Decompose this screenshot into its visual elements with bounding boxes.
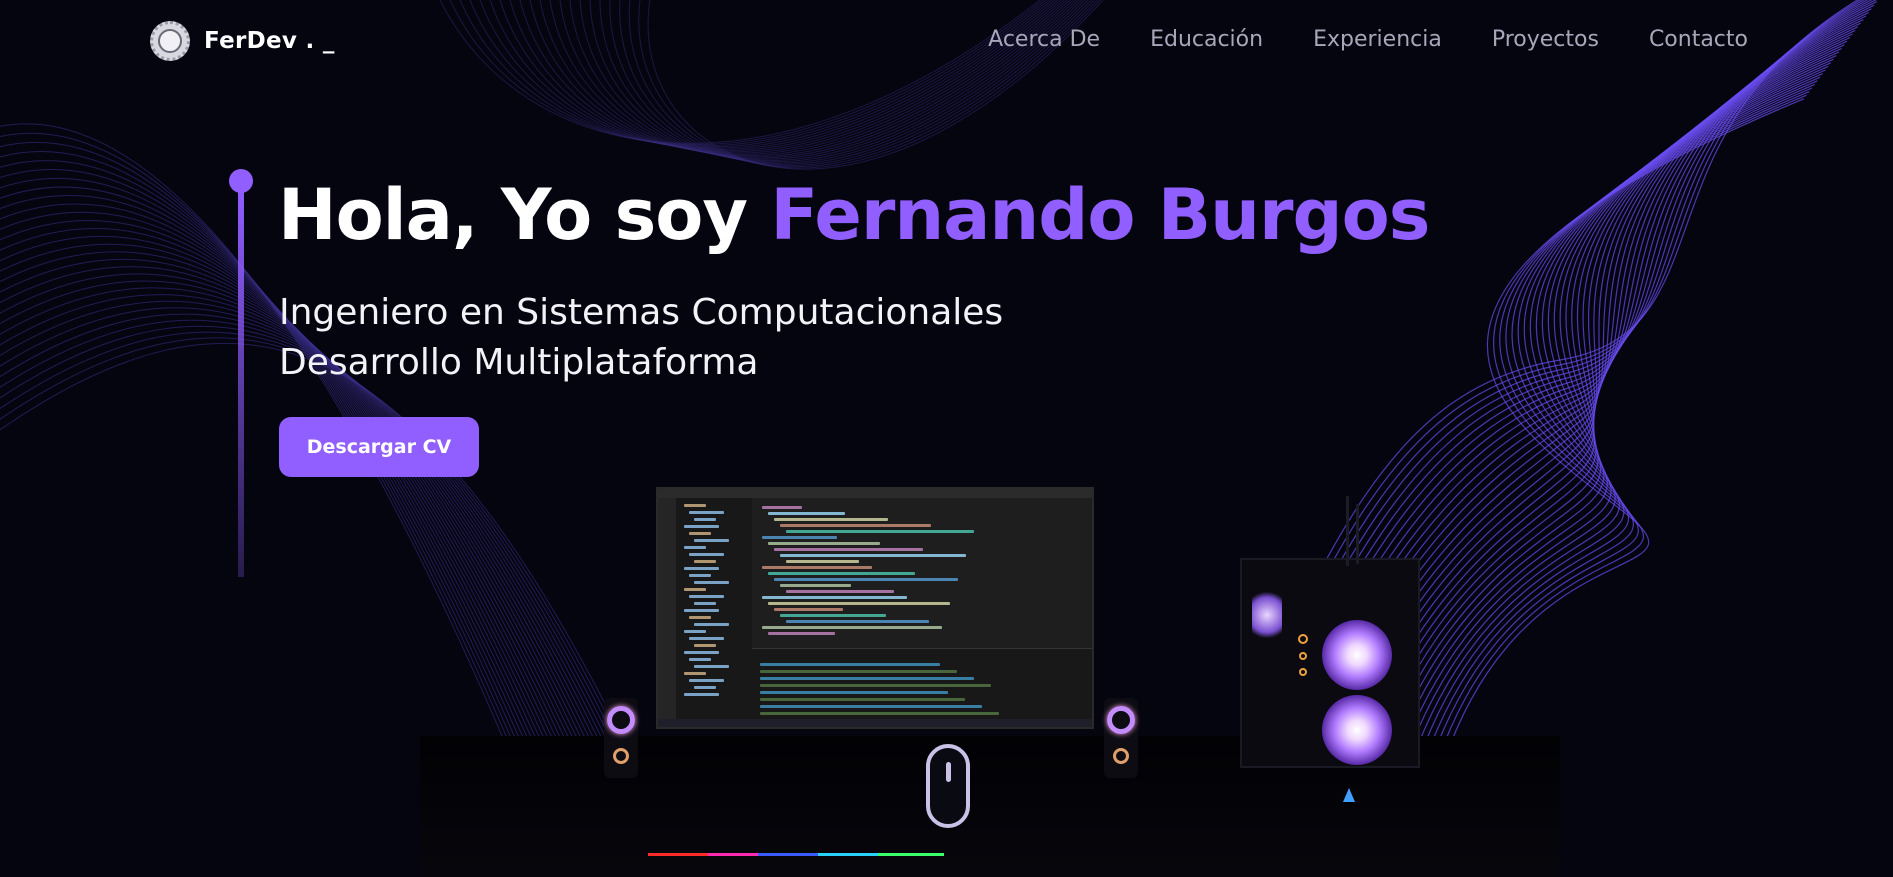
nav-link-proyectos[interactable]: Proyectos — [1492, 27, 1599, 52]
hero-greeting: Hola, Yo soy — [278, 174, 771, 256]
nav-link-contacto[interactable]: Contacto — [1649, 27, 1748, 52]
hero-accent-bar — [238, 187, 244, 577]
hero-subtitle-line1: Ingeniero en Sistemas Computacionales — [279, 292, 1004, 333]
logo-link[interactable]: FerDev . _ — [150, 21, 335, 61]
hero-subtitle-line2: Desarrollo Multiplataforma — [279, 342, 759, 383]
hero-subtitle: Ingeniero en Sistemas Computacionales De… — [279, 288, 1003, 388]
nav-link-acerca-de[interactable]: Acerca De — [988, 27, 1100, 52]
hero-accent-line — [229, 169, 253, 579]
nav-link-educacion[interactable]: Educación — [1150, 27, 1263, 52]
nav-link-experiencia[interactable]: Experiencia — [1313, 27, 1442, 52]
navbar: FerDev . _ Acerca De Educación Experienc… — [0, 0, 1893, 84]
download-cv-button[interactable]: Descargar CV — [279, 417, 479, 477]
hero-name: Fernando Burgos — [770, 174, 1430, 256]
logo-text: FerDev . _ — [204, 28, 335, 54]
hero-headline: Hola, Yo soy Fernando Burgos — [278, 170, 1430, 260]
logo-badge-icon — [150, 21, 190, 61]
nav-links: Acerca De Educación Experiencia Proyecto… — [988, 27, 1748, 52]
